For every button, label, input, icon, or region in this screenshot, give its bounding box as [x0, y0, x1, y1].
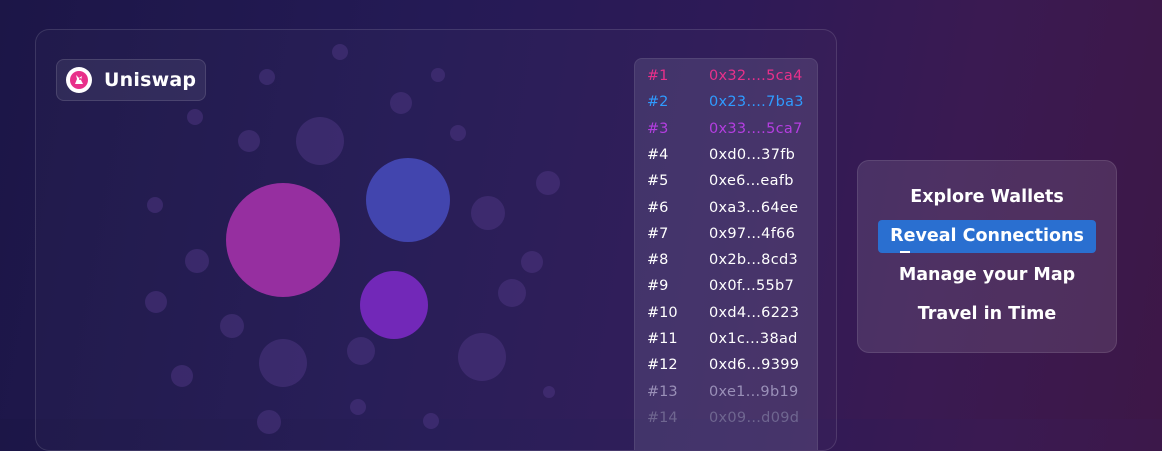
menu-item-manage-map[interactable]: Manage your Map — [858, 265, 1116, 285]
wallet-address: 0x33....5ca7 — [709, 120, 803, 137]
wallet-address: 0x32....5ca4 — [709, 68, 803, 84]
wallet-row[interactable]: #6 0xa3...64ee — [635, 200, 817, 226]
wallet-row[interactable]: #3 0x33....5ca7 — [635, 121, 817, 147]
wallet-rank: #5 — [647, 173, 669, 190]
wallet-row[interactable]: #11 0x1c...38ad — [635, 331, 817, 357]
wallet-row[interactable]: #9 0x0f...55b7 — [635, 278, 817, 304]
wallet-address: 0x0f...55b7 — [709, 278, 795, 295]
wallet-rank: #8 — [647, 252, 669, 269]
feature-menu: Explore Wallets Reveal Connections Manag… — [857, 160, 1117, 353]
protocol-badge: Uniswap — [56, 59, 206, 101]
wallet-rank: #3 — [647, 120, 669, 137]
wallet-row[interactable]: #10 0xd4...6223 — [635, 305, 817, 331]
wallet-rank: #13 — [647, 383, 678, 400]
wallet-row[interactable]: #13 0xe1...9b19 — [635, 384, 817, 410]
wallet-rank: #14 — [647, 409, 678, 426]
wallet-address: 0x09...d09d — [709, 409, 800, 426]
wallet-address: 0x2b...8cd3 — [709, 252, 798, 269]
wallet-rank: #4 — [647, 146, 669, 163]
wallet-rank: #12 — [647, 357, 678, 374]
wallet-address: 0x23....7ba3 — [709, 94, 804, 111]
wallet-rank: #6 — [647, 199, 669, 216]
protocol-name: Uniswap — [104, 69, 197, 91]
wallet-bubble-1 — [226, 183, 340, 297]
wallet-bubble-3 — [360, 271, 428, 339]
wallet-row[interactable]: #5 0xe6...eafb — [635, 173, 817, 199]
wallet-row[interactable]: #7 0x97...4f66 — [635, 226, 817, 252]
menu-item-travel-in-time[interactable]: Travel in Time — [858, 304, 1116, 324]
unicorn-icon — [66, 67, 92, 93]
wallet-rank: #7 — [647, 225, 669, 242]
wallet-rank: #1 — [647, 68, 669, 84]
wallet-row[interactable]: #12 0xd6...9399 — [635, 357, 817, 383]
menu-item-reveal-connections[interactable]: Reveal Connections — [878, 220, 1096, 253]
wallet-rank: #9 — [647, 278, 669, 295]
wallet-row[interactable]: #2 0x23....7ba3 — [635, 94, 817, 120]
wallet-address: 0xd0...37fb — [709, 146, 796, 163]
menu-item-label: Reveal Connections — [890, 226, 1084, 246]
wallet-address: 0x97...4f66 — [709, 225, 796, 242]
wallet-address: 0x1c...38ad — [709, 331, 798, 347]
wallet-rank: #2 — [647, 94, 669, 111]
wallet-rank: #10 — [647, 304, 678, 321]
wallet-map-panel: Uniswap #1 0x32....5ca4 #2 0x23....7ba3 #3 0x… — [35, 29, 837, 451]
menu-item-explore-wallets[interactable]: Explore Wallets — [858, 187, 1116, 207]
wallet-ranking-list[interactable]: #1 0x32....5ca4 #2 0x23....7ba3 #3 0x33....5c… — [634, 58, 818, 450]
wallet-rank: #11 — [647, 331, 678, 347]
wallet-address: 0xd6...9399 — [709, 357, 800, 374]
wallet-address: 0xe1...9b19 — [709, 383, 799, 400]
wallet-row[interactable]: #4 0xd0...37fb — [635, 147, 817, 173]
wallet-address: 0xe6...eafb — [709, 173, 794, 190]
text-cursor — [900, 251, 910, 253]
wallet-row[interactable]: #14 0x09...d09d — [635, 410, 817, 436]
wallet-bubble-2 — [366, 158, 450, 242]
wallet-row[interactable]: #8 0x2b...8cd3 — [635, 252, 817, 278]
wallet-row[interactable]: #1 0x32....5ca4 — [635, 68, 817, 94]
wallet-address: 0xa3...64ee — [709, 199, 799, 216]
wallet-address: 0xd4...6223 — [709, 304, 800, 321]
